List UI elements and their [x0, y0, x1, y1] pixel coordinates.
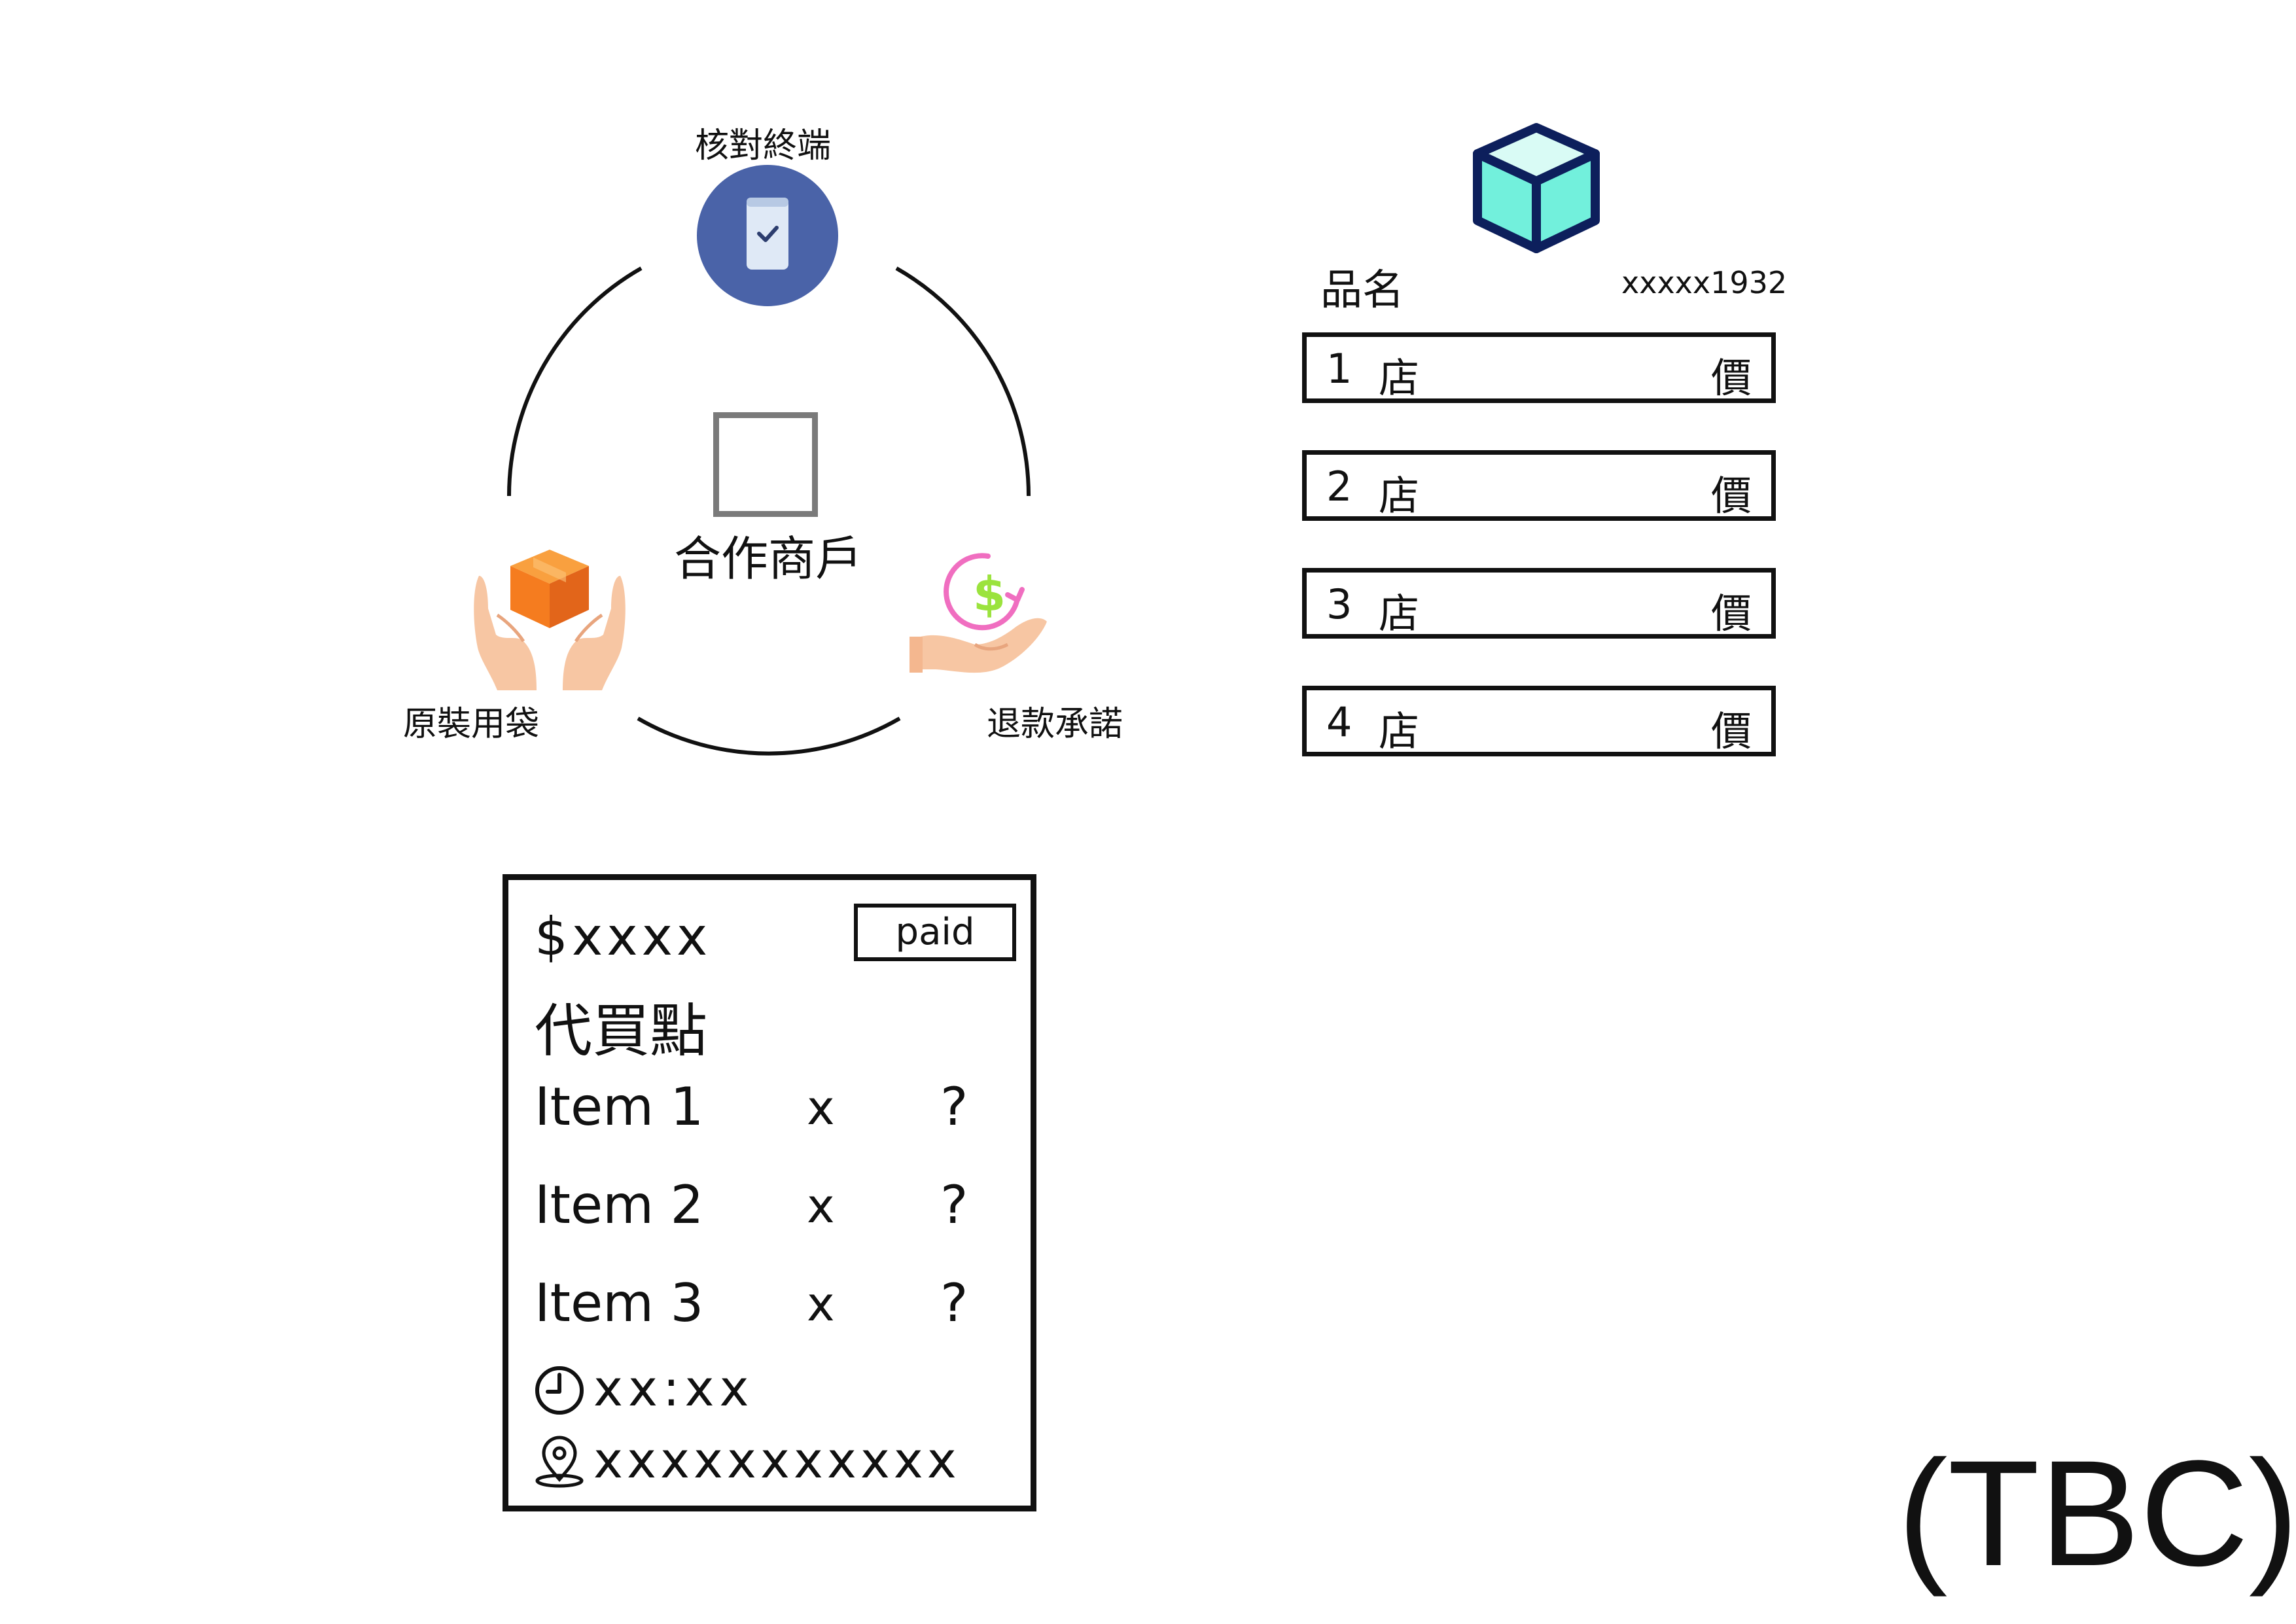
store-price: 價 — [1710, 472, 1752, 520]
store-number: 2 — [1326, 463, 1352, 510]
terminal-label: 核對終端 — [695, 126, 832, 166]
clock-icon — [535, 1366, 584, 1415]
purchase-point-title: 代買點 — [535, 997, 708, 1065]
store-row[interactable]: 3 店 價 — [1302, 568, 1776, 639]
store-label: 店 — [1379, 590, 1420, 637]
store-number: 3 — [1326, 580, 1352, 628]
order-item-times: x — [807, 1178, 835, 1233]
store-row[interactable]: 4 店 價 — [1302, 686, 1776, 756]
order-item-quantity: ? — [940, 1174, 968, 1235]
order-time: xx:xx — [593, 1359, 754, 1417]
order-amount: $xxxx — [535, 906, 712, 967]
hands-box-icon — [474, 550, 626, 690]
order-item-quantity: ? — [940, 1076, 968, 1137]
partner-label: 合作商戶 — [674, 531, 863, 586]
order-item-times: x — [807, 1080, 835, 1135]
original-bag-label: 原裝用袋 — [403, 705, 540, 744]
product-code: xxxxx1932 — [1621, 265, 1788, 300]
store-label: 店 — [1379, 472, 1420, 520]
order-card[interactable]: $xxxx paid 代買點 Item 1 x ? Item 2 x ? Ite… — [503, 874, 1036, 1511]
cube-icon — [1473, 123, 1600, 253]
store-price: 價 — [1710, 707, 1752, 755]
store-label: 店 — [1379, 354, 1420, 402]
mobile-check-icon — [697, 165, 838, 306]
location-pin-icon — [535, 1436, 584, 1488]
store-label: 店 — [1379, 707, 1420, 755]
partner-logo-placeholder — [713, 412, 818, 517]
order-item-name: Item 2 — [535, 1174, 704, 1235]
svg-text:$: $ — [973, 567, 1006, 622]
refund-hand-icon: $ — [910, 553, 1047, 673]
tbc-note: (TBC) — [1898, 1429, 2296, 1597]
paid-status-badge: paid — [854, 904, 1016, 961]
store-price: 價 — [1710, 590, 1752, 637]
cycle-arcs — [506, 266, 1031, 756]
cycle-arc-bottom — [637, 716, 901, 756]
store-number: 1 — [1326, 345, 1352, 393]
cycle-arc-right — [895, 266, 1031, 497]
order-item-quantity: ? — [940, 1273, 968, 1333]
cycle-arc-left — [506, 266, 643, 497]
store-row[interactable]: 2 店 價 — [1302, 450, 1776, 521]
store-price: 價 — [1710, 354, 1752, 402]
order-item-name: Item 1 — [535, 1076, 704, 1137]
order-item-times: x — [807, 1277, 835, 1332]
order-item-name: Item 3 — [535, 1273, 704, 1333]
product-name: 品名 — [1320, 266, 1404, 315]
store-number: 4 — [1326, 698, 1352, 746]
refund-promise-label: 退款承諾 — [987, 705, 1123, 744]
store-row[interactable]: 1 店 價 — [1302, 332, 1776, 403]
order-location: xxxxxxxxxxx — [593, 1431, 961, 1489]
